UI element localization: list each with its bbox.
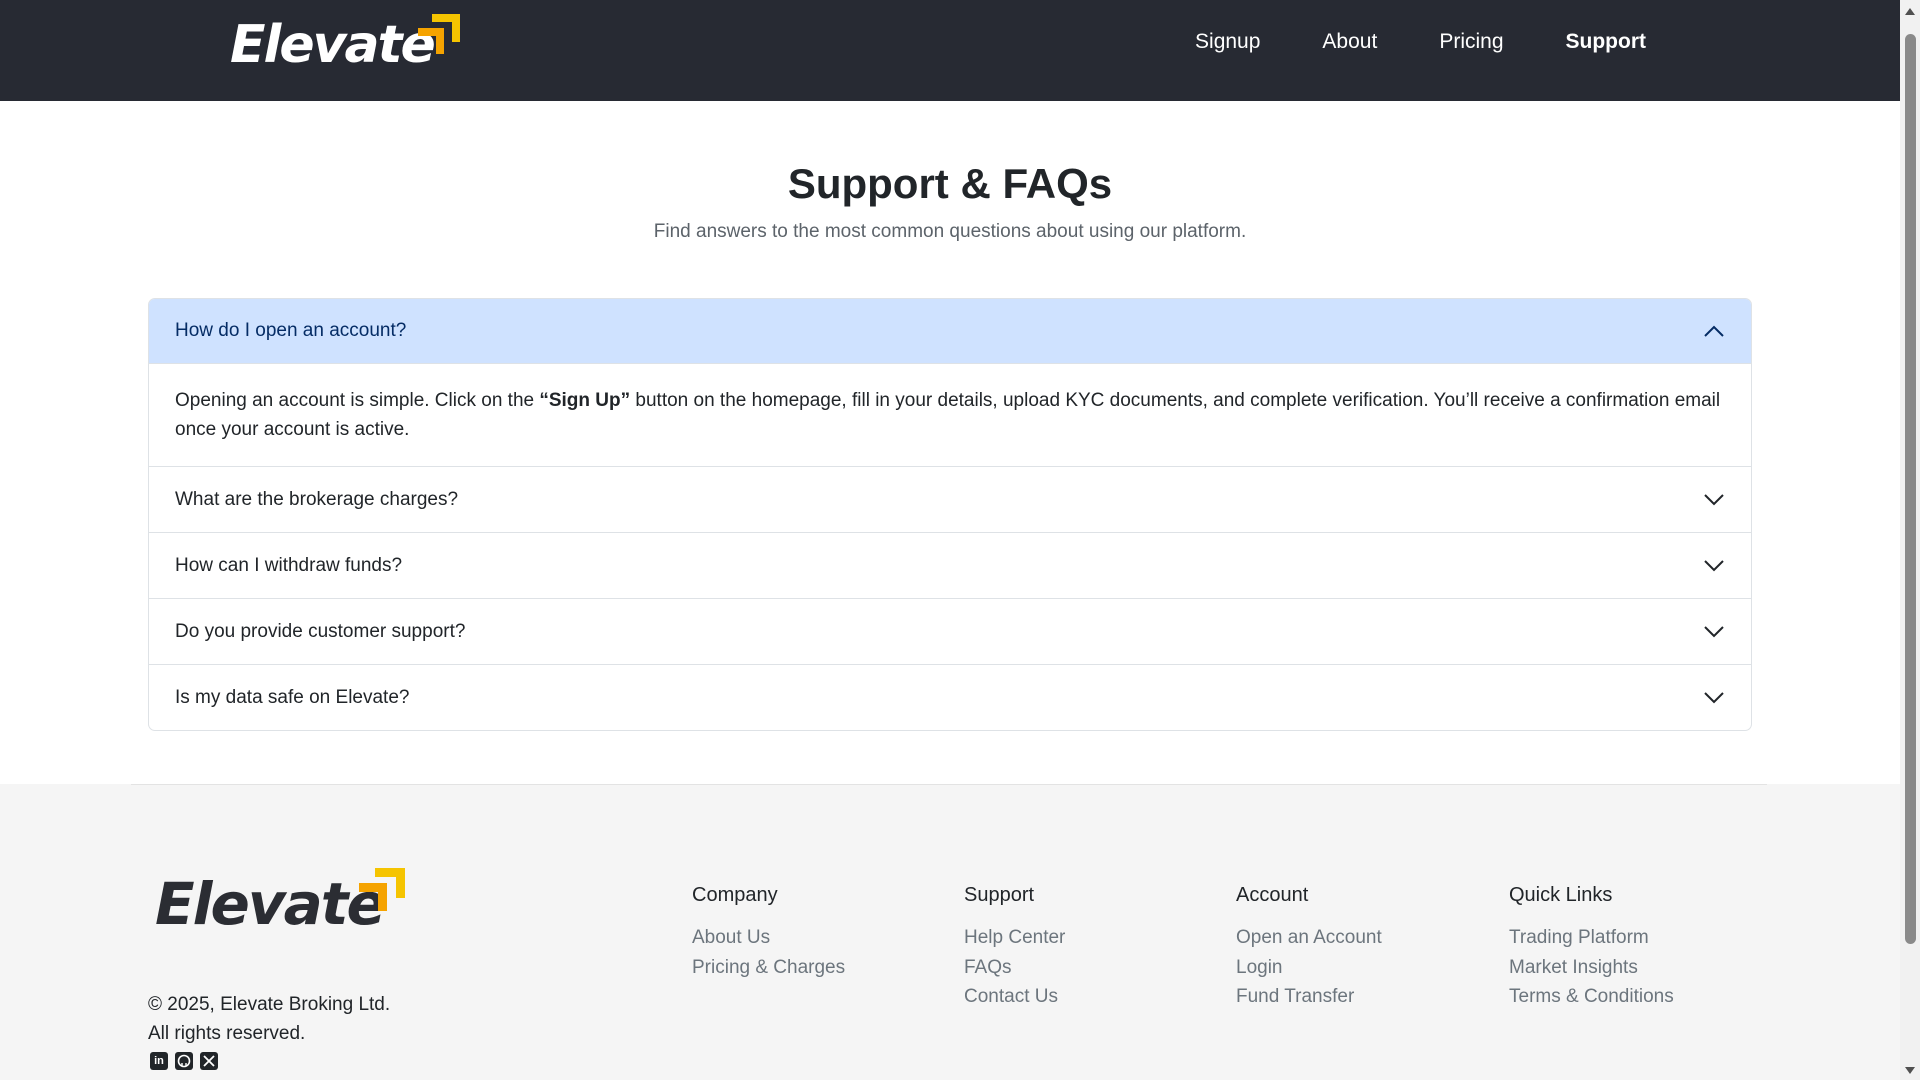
faq-question: What are the brokerage charges? (175, 488, 459, 510)
chevron-up-icon (1704, 325, 1724, 337)
nav-about[interactable]: About (1322, 30, 1377, 54)
footer-col-title: Company (692, 884, 778, 906)
footer-col-quick-links: Quick Links Trading Platform Market Insi… (1509, 884, 1674, 1012)
logo-arrows-icon (359, 868, 405, 911)
footer: Elevate © 2025, Elevate Broking Ltd. All… (0, 784, 1900, 1080)
footer-brand-logo[interactable]: Elevate (155, 868, 405, 938)
faq-question: Do you provide customer support? (175, 620, 466, 642)
footer-divider (131, 784, 1767, 785)
rights-line: All rights reserved. (148, 1023, 306, 1044)
footer-col-company: Company About Us Pricing & Charges (692, 884, 845, 982)
faq-accordion: How do I open an account? Opening an acc… (148, 298, 1752, 731)
faq-question-toggle[interactable]: Is my data safe on Elevate? (149, 665, 1751, 730)
faq-question: How do I open an account? (175, 320, 407, 341)
faq-question: Is my data safe on Elevate? (175, 686, 410, 708)
footer-link-trading-platform[interactable]: Trading Platform (1509, 923, 1674, 953)
nav-pricing[interactable]: Pricing (1439, 30, 1503, 54)
footer-link-market-insights[interactable]: Market Insights (1509, 953, 1674, 983)
scroll-thumb[interactable] (1905, 34, 1916, 944)
faq-answer-text: Opening an account is simple. Click on t… (175, 390, 540, 411)
footer-link-open-account[interactable]: Open an Account (1236, 923, 1382, 953)
faq-item: What are the brokerage charges? (149, 467, 1751, 533)
footer-link-login[interactable]: Login (1236, 953, 1382, 983)
copyright: © 2025, Elevate Broking Ltd. All rights … (148, 990, 390, 1048)
footer-link-faqs[interactable]: FAQs (964, 953, 1065, 983)
brand-logo[interactable]: Elevate (230, 10, 460, 80)
faq-question-toggle[interactable]: What are the brokerage charges? (149, 467, 1751, 532)
nav-support[interactable]: Support (1566, 30, 1646, 54)
faq-question: How can I withdraw funds? (175, 554, 403, 576)
footer-link-about-us[interactable]: About Us (692, 923, 845, 953)
footer-col-support: Support Help Center FAQs Contact Us (964, 884, 1065, 1012)
faq-question-toggle[interactable]: Do you provide customer support? (149, 599, 1751, 664)
x-icon[interactable] (200, 1052, 218, 1070)
chevron-down-icon (1704, 559, 1724, 571)
copyright-line: © 2025, Elevate Broking Ltd. (148, 994, 391, 1015)
faq-item: Do you provide customer support? (149, 599, 1751, 665)
footer-col-account: Account Open an Account Login Fund Trans… (1236, 884, 1382, 1012)
chevron-down-icon (1704, 691, 1724, 703)
page-scrollbar[interactable] (1900, 0, 1920, 1080)
faq-answer: Opening an account is simple. Click on t… (149, 363, 1751, 466)
chevron-down-icon (1704, 493, 1724, 505)
faq-answer-emphasis: “Sign Up” (539, 390, 631, 411)
scroll-up-arrow-icon[interactable] (1905, 8, 1915, 15)
footer-link-terms-conditions[interactable]: Terms & Conditions (1509, 982, 1674, 1012)
social-links: in (150, 1052, 218, 1070)
footer-col-title: Account (1236, 884, 1309, 906)
page-title: Support & FAQs (787, 160, 1113, 207)
footer-col-title: Support (964, 884, 1035, 906)
logo-arrows-icon (418, 14, 460, 54)
faq-item: How do I open an account? Opening an acc… (149, 299, 1751, 467)
navbar: Elevate Signup About Pricing Support (0, 0, 1900, 101)
footer-link-fund-transfer[interactable]: Fund Transfer (1236, 982, 1382, 1012)
faq-item: How can I withdraw funds? (149, 533, 1751, 599)
footer-col-title: Quick Links (1509, 884, 1613, 906)
github-icon[interactable] (175, 1052, 193, 1070)
nav-links: Signup About Pricing Support (1195, 30, 1646, 54)
nav-signup[interactable]: Signup (1195, 30, 1260, 54)
faq-item: Is my data safe on Elevate? (149, 665, 1751, 730)
page-subtitle: Find answers to the most common question… (653, 221, 1247, 242)
chevron-down-icon (1704, 625, 1724, 637)
scroll-down-arrow-icon[interactable] (1905, 1067, 1915, 1074)
faq-question-toggle[interactable]: How can I withdraw funds? (149, 533, 1751, 598)
footer-link-help-center[interactable]: Help Center (964, 923, 1065, 953)
footer-link-contact-us[interactable]: Contact Us (964, 982, 1065, 1012)
linkedin-icon[interactable]: in (150, 1052, 168, 1070)
faq-question-toggle[interactable]: How do I open an account? (149, 299, 1751, 363)
footer-link-pricing-charges[interactable]: Pricing & Charges (692, 953, 845, 983)
